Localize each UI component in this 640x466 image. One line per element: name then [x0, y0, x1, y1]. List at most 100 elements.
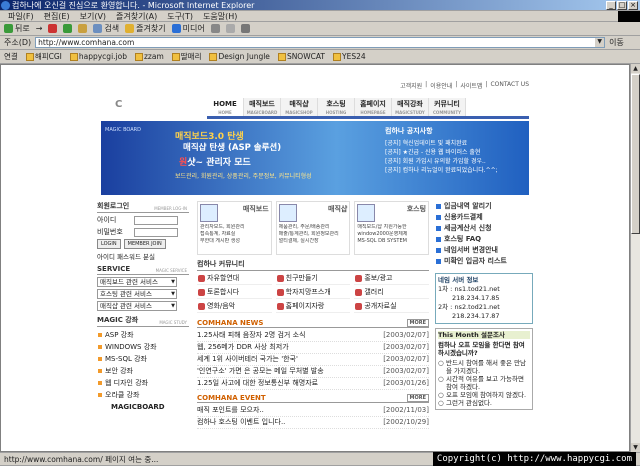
- id-input[interactable]: [134, 215, 178, 225]
- close-button[interactable]: ×: [628, 1, 638, 10]
- community-item[interactable]: 홈페이지자랑: [275, 301, 351, 313]
- link-item[interactable]: 해피CGI: [25, 51, 62, 62]
- forward-button[interactable]: →: [36, 24, 43, 33]
- community-item[interactable]: 홍보/광고: [354, 273, 429, 285]
- menu-favorites[interactable]: 즐겨찾기(A): [116, 11, 157, 21]
- login-button[interactable]: LOGIN: [97, 239, 121, 249]
- search-icon: [93, 24, 103, 33]
- news-row[interactable]: 1.25사태 피해 음장자 2명 검거 소식 [2003/02/07]: [197, 330, 429, 342]
- nav-tab[interactable]: 홈페이지 HOMEPAGE: [355, 98, 392, 116]
- magicboard-banner[interactable]: MAGICBOARD: [97, 403, 189, 411]
- refresh-icon[interactable]: [63, 24, 73, 33]
- right-link[interactable]: 네임서버 변경안내: [435, 245, 533, 256]
- search-button[interactable]: 검색: [93, 23, 119, 34]
- quick-box-hosting[interactable]: 호스팅 매직보드/샵 지원가능한 window2000운영체제 MS-SQL D…: [354, 201, 430, 255]
- right-link[interactable]: 세금계산서 신청: [435, 223, 533, 234]
- vertical-scrollbar[interactable]: ▲ ▼: [630, 64, 640, 452]
- address-input[interactable]: http://www.comhana.com ▼: [35, 37, 606, 48]
- top-link[interactable]: 고객지원: [400, 81, 422, 90]
- community-item[interactable]: 친구만들기: [275, 273, 351, 285]
- stop-icon[interactable]: [48, 24, 58, 33]
- main-nav: HOME HOME 매직보드 MAGICBOARD 매직샵 MAGICSHOP 호스팅…: [207, 98, 466, 116]
- find-account-link[interactable]: 아이디 패스워드 분실: [97, 251, 189, 261]
- password-input[interactable]: [134, 227, 178, 237]
- poll-option[interactable]: 반드시 참여를 해서 좋은 만남을 가지겠다.: [438, 359, 530, 375]
- print-icon[interactable]: [240, 24, 250, 33]
- community-item[interactable]: 공개자료실: [354, 301, 429, 313]
- notice-item[interactable]: [공지] 혁신업데이트 및 패치완료: [385, 139, 525, 148]
- media-button[interactable]: 미디어: [171, 23, 205, 34]
- service-select[interactable]: 호스팅 관련 서비스: [97, 289, 177, 299]
- community-item[interactable]: 학자지망프스개: [275, 287, 351, 299]
- notice-item[interactable]: [공지] ★긴급 - 신용 웹 바이러스 출현: [385, 148, 525, 157]
- menu-view[interactable]: 보기(V): [80, 11, 106, 21]
- home-icon[interactable]: [78, 24, 88, 33]
- news-row[interactable]: 세계 1위 사이버테러 국가는 '한국' [2003/02/07]: [197, 354, 429, 366]
- favorites-button[interactable]: 즐겨찾기: [125, 23, 166, 34]
- event-more-button[interactable]: MORE: [406, 394, 429, 402]
- scroll-down-icon[interactable]: ▼: [631, 443, 640, 452]
- maximize-button[interactable]: □: [617, 1, 627, 10]
- menu-file[interactable]: 파일(F): [8, 11, 34, 21]
- news-row[interactable]: 웹, 256메가 DDR 사상 최저가 [2003/02/07]: [197, 342, 429, 354]
- mail-icon[interactable]: [225, 24, 235, 33]
- nav-tab[interactable]: 호스팅 HOSTING: [318, 98, 355, 116]
- history-icon[interactable]: [210, 24, 220, 33]
- event-row[interactable]: 컴하나 호스팅 이벤트 입니다.. [2002/10/29]: [197, 417, 429, 429]
- nav-tab[interactable]: 매직샵 MAGICSHOP: [281, 98, 318, 116]
- community-item[interactable]: 토론합시다: [197, 287, 272, 299]
- news-more-button[interactable]: MORE: [406, 319, 429, 327]
- top-link[interactable]: CONTACT US: [490, 81, 529, 90]
- study-item[interactable]: 웹 디자인 강좌: [97, 377, 189, 389]
- nav-tab[interactable]: 매직강좌 MAGICSTUDY: [392, 98, 429, 116]
- study-item[interactable]: WINDOWS 강좌: [97, 341, 189, 353]
- right-link[interactable]: 입금내역 알리기: [435, 201, 533, 212]
- study-item[interactable]: MS-SQL 강좌: [97, 353, 189, 365]
- main-banner[interactable]: MAGIC BOARD 매직보드3.0 탄생 매직샵 탄생 (ASP 솔루션) …: [101, 121, 529, 195]
- nav-tab[interactable]: 매직보드 MAGICBOARD: [244, 98, 281, 116]
- link-item[interactable]: SNOWCAT: [277, 52, 325, 61]
- news-row[interactable]: 1.25일 사고에 대한 정보통신부 해명자료 [2003/01/26]: [197, 378, 429, 390]
- quick-box-magicshop[interactable]: 매직샵 제품관리, 주문/배송관리 매출/통계관리, 회원정보관리 멀티결제, …: [275, 201, 351, 255]
- go-button[interactable]: 이동: [609, 37, 624, 48]
- link-item[interactable]: happycgi.job: [69, 52, 127, 61]
- right-link[interactable]: 호스팅 FAQ: [435, 234, 533, 245]
- scroll-thumb[interactable]: [631, 74, 640, 234]
- nav-tab[interactable]: 커뮤니티 COMMUNITY: [429, 98, 466, 116]
- right-link[interactable]: 신용카드결제: [435, 212, 533, 223]
- poll-option[interactable]: 시간적 여유를 보고 가능하면 참여 하겠다.: [438, 375, 530, 391]
- notice-item[interactable]: [공지] 컴하나 리뉴얼이 완료되었습니다.^^;: [385, 166, 525, 175]
- magicshop-icon: [278, 204, 297, 222]
- poll-option[interactable]: 오프 모임에 참여하지 않겠다.: [438, 391, 530, 399]
- links-label: 연결: [4, 52, 18, 61]
- menu-help[interactable]: 도움말(H): [203, 11, 237, 21]
- news-row[interactable]: '인연구소' 가면 은 공모는 메일 무처별 발송 [2003/02/07]: [197, 366, 429, 378]
- right-link[interactable]: 미확인 입금자 리스트: [435, 256, 533, 267]
- community-item[interactable]: 영화/음악: [197, 301, 272, 313]
- community-item[interactable]: 자유할연대: [197, 273, 272, 285]
- minimize-button[interactable]: _: [606, 1, 616, 10]
- event-row[interactable]: 매직 포인트를 모으자.. [2002/11/03]: [197, 405, 429, 417]
- nav-tab[interactable]: HOME HOME: [207, 98, 244, 116]
- quick-box-magicboard[interactable]: 매직보드 관리자모드, 회원관리 접속통계, 자료실 무한대 게시판 생성: [197, 201, 272, 255]
- back-button[interactable]: 뒤로: [4, 23, 30, 34]
- link-item[interactable]: Design Jungle: [209, 52, 270, 61]
- chevron-down-icon[interactable]: ▼: [595, 38, 605, 47]
- service-select[interactable]: 매직보드 관련 서비스: [97, 277, 177, 287]
- service-select[interactable]: 매직샵 관련 서비스: [97, 301, 177, 311]
- poll-option[interactable]: 그런거 관심없다.: [438, 399, 530, 407]
- study-item[interactable]: ASP 강좌: [97, 329, 189, 341]
- community-item[interactable]: 갤러리: [354, 287, 429, 299]
- scroll-up-icon[interactable]: ▲: [631, 64, 640, 73]
- member-join-button[interactable]: MEMBER JOIN: [123, 239, 166, 249]
- study-item[interactable]: 오라클 강좌: [97, 389, 189, 401]
- study-item[interactable]: 보안 강좌: [97, 365, 189, 377]
- link-item[interactable]: zzam: [134, 52, 164, 61]
- menu-edit[interactable]: 편집(E): [44, 11, 70, 21]
- top-link[interactable]: 사이트맵: [460, 81, 482, 90]
- link-item[interactable]: YES24: [333, 52, 366, 61]
- top-link[interactable]: 이용안내: [430, 81, 452, 90]
- menu-tools[interactable]: 도구(T): [167, 11, 193, 21]
- notice-item[interactable]: [공지] 회원 가입시 유의할 가입할 경우..: [385, 157, 525, 166]
- link-item[interactable]: 딸매리: [171, 51, 201, 62]
